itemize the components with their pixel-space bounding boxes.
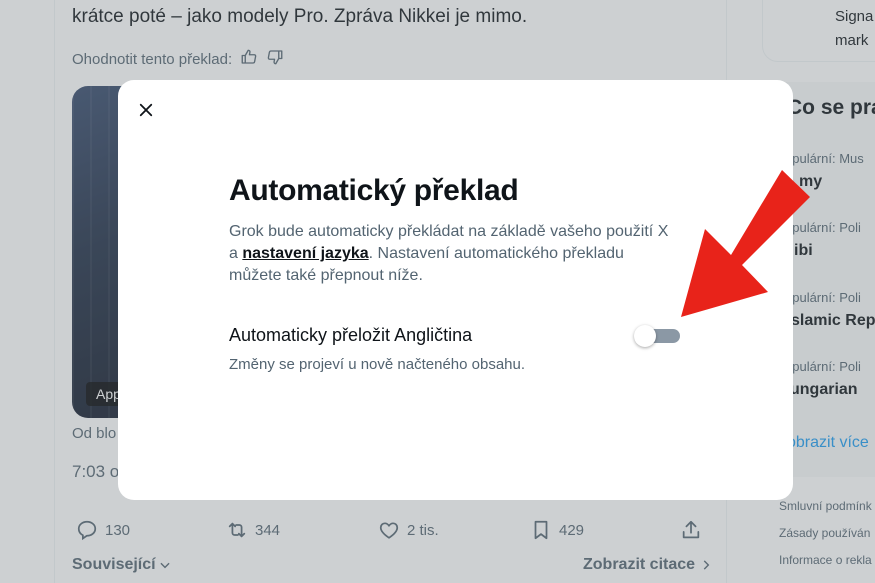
auto-translate-dialog — [118, 80, 793, 500]
auto-translate-hint: Změny se projeví u nově načteného obsahu… — [229, 356, 526, 373]
close-button[interactable] — [132, 96, 160, 124]
dialog-title: Automatický překlad — [229, 174, 519, 207]
auto-translate-toggle[interactable] — [634, 325, 680, 347]
toggle-knob — [634, 325, 656, 347]
dialog-description: Grok bude automaticky překládat na zákla… — [229, 221, 669, 287]
close-icon — [139, 103, 153, 117]
language-settings-link[interactable]: nastavení jazyka — [242, 245, 368, 262]
auto-translate-label: Automaticky přeložit Angličtina — [229, 325, 473, 345]
